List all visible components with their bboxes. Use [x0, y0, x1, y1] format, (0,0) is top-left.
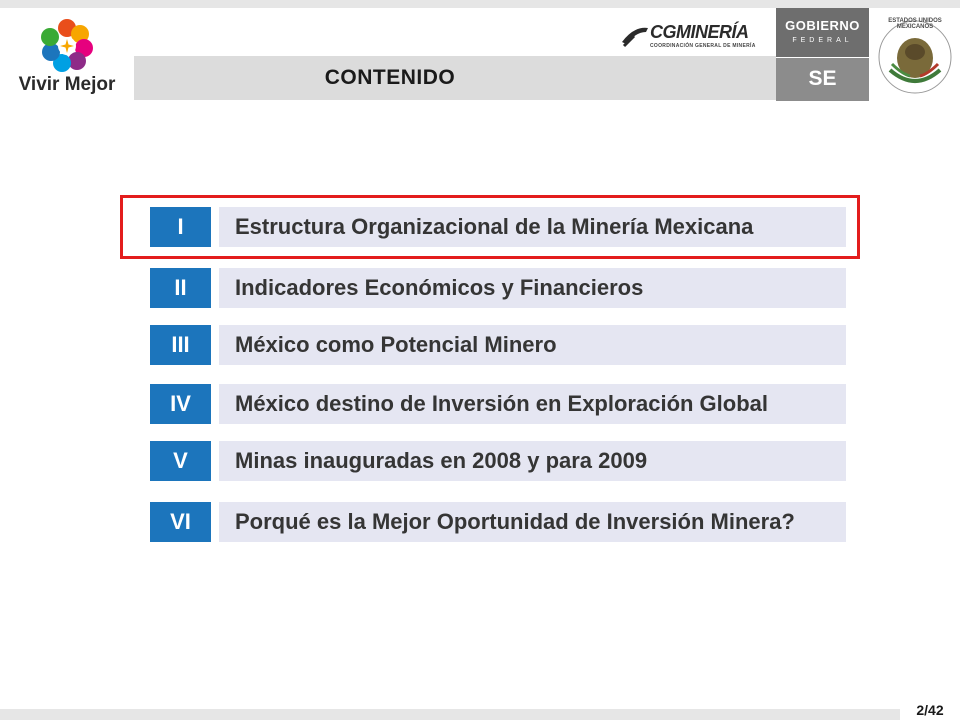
seal-text: ESTADOS UNIDOS MEXICANOS [888, 18, 942, 30]
menu-item-6[interactable]: VI Porqué es la Mejor Oportunidad de Inv… [150, 502, 846, 542]
item-numeral: V [150, 441, 211, 481]
menu-item-4[interactable]: IV México destino de Inversión en Explor… [150, 384, 846, 424]
top-strip [0, 0, 960, 8]
gobierno-federal-box: GOBIERNO FEDERAL [776, 8, 869, 57]
cgmineria-subtitle: COORDINACIÓN GENERAL DE MINERÍA [650, 43, 756, 49]
item-numeral: VI [150, 502, 211, 542]
flower-logo-icon [41, 19, 93, 72]
cgmineria-name: CGMINERÍA [650, 22, 749, 42]
menu-item-3[interactable]: III México como Potencial Minero [150, 325, 846, 365]
vivir-mejor-text: Vivir Mejor [18, 74, 116, 95]
gobierno-subtitle: FEDERAL [792, 37, 853, 44]
item-label: México destino de Inversión en Exploraci… [235, 391, 769, 416]
item-label: Indicadores Económicos y Financieros [235, 275, 644, 300]
page-title: CONTENIDO [324, 66, 456, 89]
menu-item-5[interactable]: V Minas inauguradas en 2008 y para 2009 [150, 441, 846, 481]
pickaxe-icon [622, 27, 648, 48]
page-number: 2/42 [900, 700, 960, 720]
item-numeral: III [150, 325, 211, 365]
mexican-seal: ESTADOS UNIDOS MEXICANOS [872, 12, 958, 98]
bottom-strip [0, 709, 960, 720]
item-label: Minas inauguradas en 2008 y para 2009 [235, 448, 648, 473]
current-item-highlight [120, 195, 860, 259]
vivir-mejor-logo: Vivir Mejor [0, 8, 134, 102]
menu-item-2[interactable]: II Indicadores Económicos y Financieros [150, 268, 846, 308]
gobierno-title: GOBIERNO [785, 18, 860, 33]
item-numeral: IV [150, 384, 211, 424]
item-label: Porqué es la Mejor Oportunidad de Invers… [235, 509, 795, 534]
se-box: SE [776, 58, 869, 101]
se-label: SE [808, 67, 837, 90]
item-label: México como Potencial Minero [235, 332, 557, 357]
item-numeral: II [150, 268, 211, 308]
cgmineria-logo: CGMINERÍA COORDINACIÓN GENERAL DE MINERÍ… [620, 20, 770, 54]
